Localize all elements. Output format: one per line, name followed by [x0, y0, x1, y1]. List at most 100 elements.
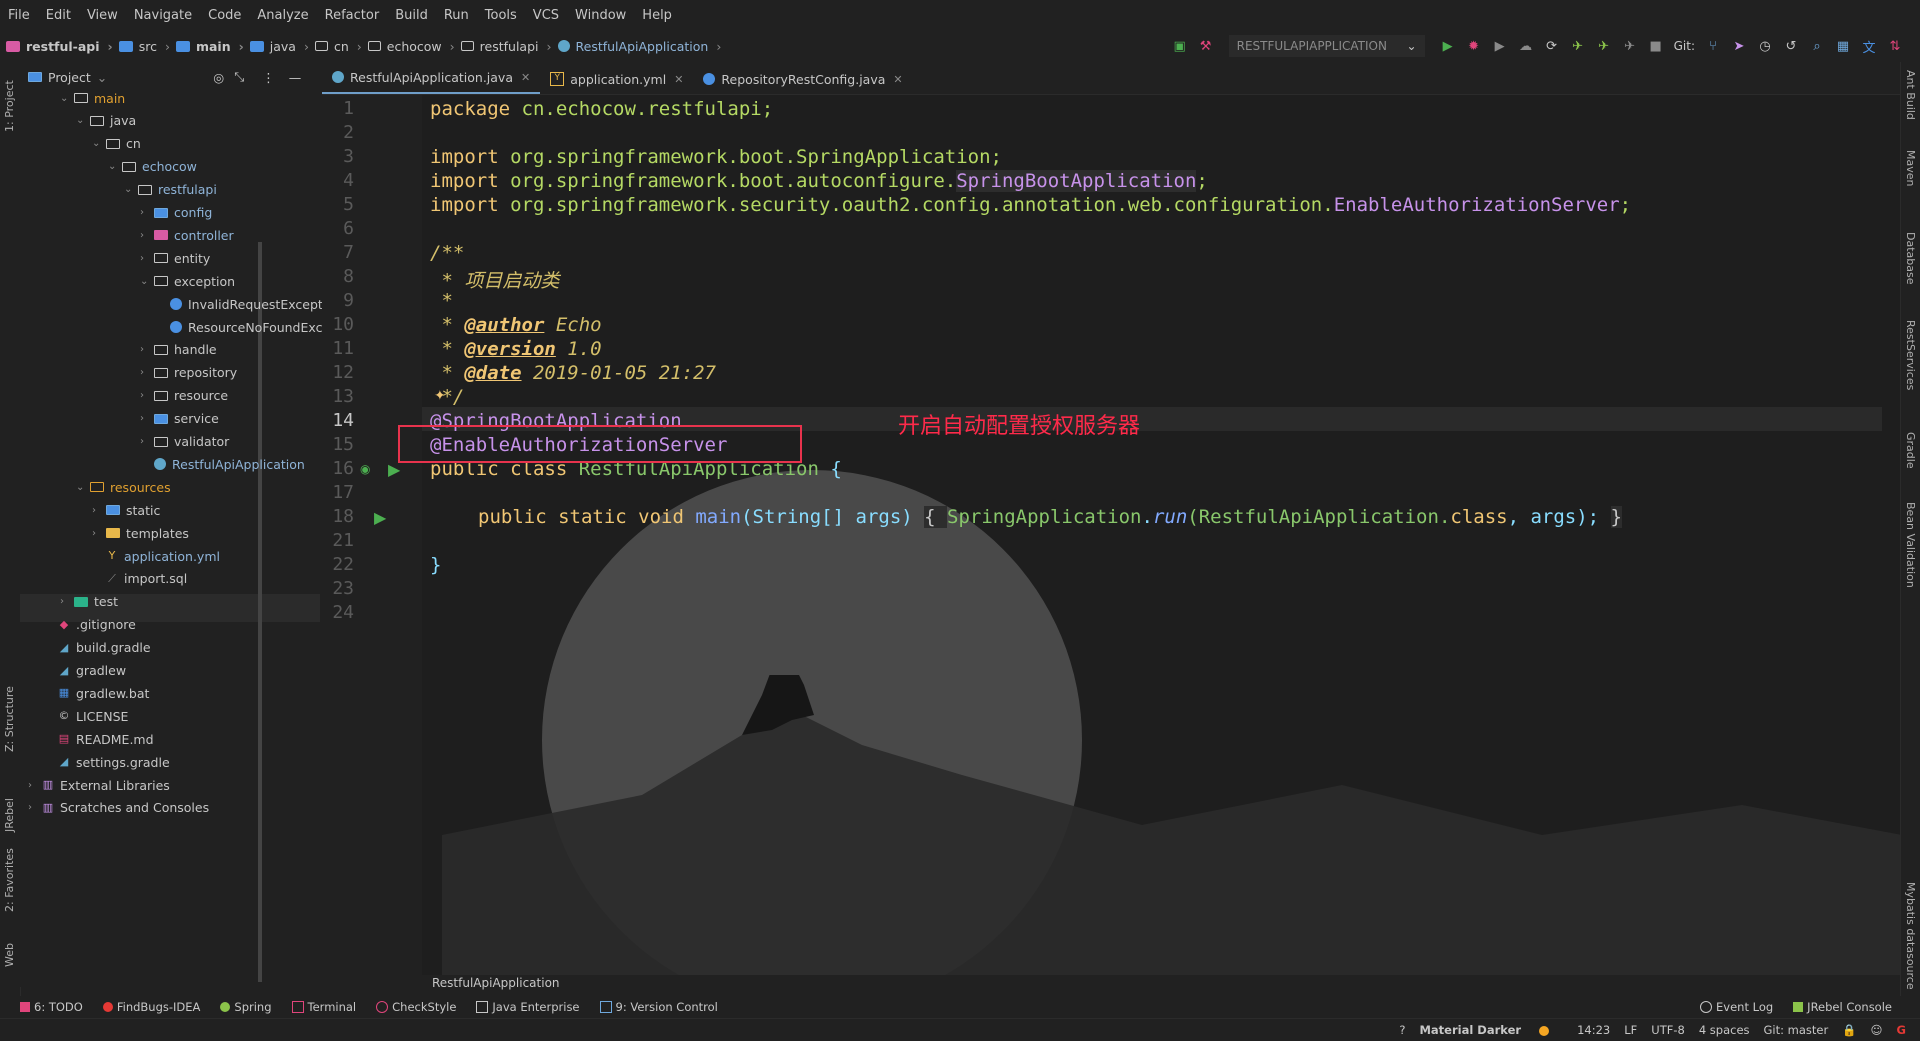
- menu-analyze[interactable]: Analyze: [249, 8, 316, 23]
- chevron-icon[interactable]: ⌄: [140, 276, 154, 287]
- caret-position[interactable]: 14:23: [1577, 1023, 1610, 1037]
- locate-icon[interactable]: ◎: [213, 70, 224, 85]
- chevron-icon[interactable]: ›: [140, 436, 154, 447]
- build-hammer-icon[interactable]: ⚒: [1198, 38, 1214, 54]
- close-icon[interactable]: ✕: [674, 73, 683, 86]
- line-number[interactable]: 10: [322, 314, 354, 335]
- run-configuration-select[interactable]: RESTFULAPIAPPLICATION ⌄: [1228, 35, 1425, 57]
- file-encoding[interactable]: UTF-8: [1651, 1023, 1685, 1037]
- stripe-maven[interactable]: Maven: [1904, 150, 1917, 186]
- spring-bean-gutter-icon[interactable]: ◉: [360, 462, 370, 476]
- line-number[interactable]: 15: [322, 434, 354, 455]
- tool-checkstyle[interactable]: CheckStyle: [376, 1000, 456, 1014]
- history-icon[interactable]: ◷: [1757, 38, 1773, 54]
- menu-build[interactable]: Build: [387, 8, 436, 23]
- help-icon[interactable]: ?: [1399, 1023, 1405, 1037]
- intention-bulb-icon[interactable]: ✦: [434, 388, 446, 404]
- tool-findbugs[interactable]: FindBugs-IDEA: [102, 1000, 200, 1014]
- tab-repository-rest-config[interactable]: RepositoryRestConfig.java ✕: [693, 64, 912, 94]
- chevron-icon[interactable]: ⌄: [60, 93, 74, 104]
- line-number[interactable]: 16: [322, 458, 354, 479]
- stripe-bean-validation[interactable]: Bean Validation: [1904, 502, 1917, 588]
- menu-navigate[interactable]: Navigate: [126, 8, 200, 23]
- editor-breadcrumb[interactable]: RestfulApiApplication: [432, 976, 560, 990]
- terminal-icon[interactable]: ▣: [1172, 38, 1188, 54]
- line-number[interactable]: 12: [322, 362, 354, 383]
- jrebel-debug-icon[interactable]: ✈: [1596, 38, 1612, 54]
- stripe-web[interactable]: Web: [3, 943, 16, 967]
- tool-spring[interactable]: Spring: [220, 1000, 272, 1014]
- chevron-icon[interactable]: ⌄: [124, 184, 138, 195]
- chevron-icon[interactable]: ⌄: [108, 161, 122, 172]
- lock-icon[interactable]: 🔒: [1842, 1023, 1856, 1037]
- pin-icon[interactable]: ⇅: [1887, 38, 1903, 54]
- tool-todo[interactable]: 6: TODO: [20, 1000, 83, 1014]
- stripe-favorites[interactable]: 2: Favorites: [3, 848, 16, 912]
- stripe-database[interactable]: Database: [1904, 232, 1917, 285]
- chevron-icon[interactable]: ›: [60, 596, 74, 607]
- crumb-java[interactable]: java ›: [249, 39, 309, 54]
- project-scrollbar[interactable]: [258, 242, 262, 982]
- stripe-mybatis[interactable]: Mybatis datasource: [1904, 882, 1917, 990]
- tab-restful-api-application[interactable]: RestfulApiApplication.java ✕: [322, 62, 541, 94]
- line-number[interactable]: 14: [322, 410, 354, 431]
- stripe-rest-services[interactable]: RestServices: [1904, 320, 1917, 390]
- tool-jrebel-console[interactable]: JRebel Console: [1793, 1000, 1892, 1014]
- stripe-ant-build[interactable]: Ant Build: [1904, 70, 1917, 120]
- line-number[interactable]: 1: [322, 98, 354, 119]
- search-icon[interactable]: ⌕: [1809, 38, 1825, 54]
- chevron-icon[interactable]: ›: [140, 230, 154, 241]
- git-branch[interactable]: Git: master: [1764, 1023, 1829, 1037]
- line-number[interactable]: 11: [322, 338, 354, 359]
- google-icon[interactable]: G: [1897, 1023, 1906, 1037]
- chevron-icon[interactable]: ›: [28, 780, 42, 791]
- line-number[interactable]: 9: [322, 290, 354, 311]
- stripe-structure[interactable]: Z: Structure: [3, 686, 16, 752]
- crumb-restfulapi[interactable]: restfulapi ›: [460, 39, 552, 54]
- run-main-gutter-icon[interactable]: ▶: [374, 508, 386, 527]
- chevron-icon[interactable]: ›: [140, 413, 154, 424]
- line-number[interactable]: 2: [322, 122, 354, 143]
- grid-icon[interactable]: ▦: [1835, 38, 1851, 54]
- line-number[interactable]: 13: [322, 386, 354, 407]
- translate-icon[interactable]: 文: [1861, 38, 1877, 56]
- menu-edit[interactable]: Edit: [38, 8, 79, 23]
- git-branch-icon[interactable]: ⑂: [1705, 38, 1721, 54]
- chevron-icon[interactable]: ⌄: [76, 115, 90, 126]
- menu-view[interactable]: View: [79, 8, 126, 23]
- tool-java-enterprise[interactable]: Java Enterprise: [476, 1000, 580, 1014]
- crumb-src[interactable]: src ›: [118, 39, 170, 54]
- menu-run[interactable]: Run: [436, 8, 477, 23]
- chevron-icon[interactable]: ›: [140, 390, 154, 401]
- menu-code[interactable]: Code: [200, 8, 249, 23]
- tree-item[interactable]: › ▥ Scratches and Consoles: [28, 794, 209, 822]
- chevron-icon[interactable]: ›: [140, 207, 154, 218]
- line-number[interactable]: 6: [322, 218, 354, 239]
- stripe-jrebel[interactable]: JRebel: [3, 798, 16, 832]
- more-options-icon[interactable]: ⋮: [262, 70, 275, 85]
- chevron-icon[interactable]: ›: [92, 528, 106, 539]
- stripe-gradle[interactable]: Gradle: [1904, 432, 1917, 469]
- notifications-icon[interactable]: ☺: [1871, 1023, 1883, 1037]
- code-editor[interactable]: 1 2 3 4 5 6 7 8 9 10 11 12 13 14 15 16 17 18 21 22 23 24 pack…: [322, 95, 1900, 975]
- line-number[interactable]: 7: [322, 242, 354, 263]
- indent-setting[interactable]: 4 spaces: [1699, 1023, 1750, 1037]
- chevron-icon[interactable]: ⌄: [76, 482, 90, 493]
- theme-indicator[interactable]: Material Darker: [1419, 1023, 1563, 1037]
- run-icon[interactable]: ▶: [1440, 38, 1456, 54]
- collapse-all-icon[interactable]: ⤡: [234, 69, 244, 85]
- line-number[interactable]: 4: [322, 170, 354, 191]
- run-with-icon[interactable]: ⟳: [1544, 38, 1560, 54]
- line-number[interactable]: 21: [322, 530, 354, 551]
- line-number[interactable]: 24: [322, 602, 354, 623]
- crumb-project[interactable]: restful-api ›: [6, 39, 113, 54]
- update-icon[interactable]: ✈: [1622, 38, 1638, 54]
- chevron-icon[interactable]: ›: [140, 344, 154, 355]
- menu-tools[interactable]: Tools: [477, 8, 525, 23]
- menu-refactor[interactable]: Refactor: [317, 8, 388, 23]
- menu-help[interactable]: Help: [634, 8, 680, 23]
- line-separator[interactable]: LF: [1624, 1023, 1637, 1037]
- line-number[interactable]: 23: [322, 578, 354, 599]
- crumb-cn[interactable]: cn ›: [314, 39, 362, 54]
- project-view-select[interactable]: Project: [48, 70, 91, 85]
